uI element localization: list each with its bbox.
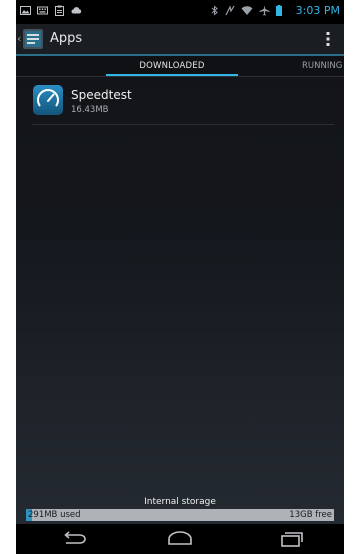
app-size: 16.43MB — [71, 105, 109, 115]
speedometer-icon — [33, 85, 63, 115]
back-icon[interactable] — [56, 529, 90, 549]
notification-icons — [20, 5, 82, 16]
app-list: Speedtest 16.43MB — [16, 78, 344, 125]
up-caret-icon[interactable]: ‹ — [17, 32, 21, 45]
bluetooth-icon — [211, 5, 218, 16]
storage-label: Internal storage — [144, 497, 216, 507]
list-item-speedtest[interactable]: Speedtest 16.43MB — [16, 78, 344, 125]
cloud-sync-icon — [71, 7, 82, 14]
recents-icon[interactable] — [274, 529, 308, 549]
storage-bar: 291MB used 13GB free — [26, 509, 334, 521]
home-icon[interactable] — [163, 529, 197, 549]
overflow-menu-icon[interactable] — [326, 31, 330, 47]
tab-running[interactable]: RUNNING — [302, 56, 342, 76]
clipboard-icon — [55, 5, 64, 16]
battery-icon — [276, 5, 282, 16]
storage-free-text: 13GB free — [289, 510, 332, 520]
storage-used-text: 291MB used — [28, 510, 81, 520]
clock: 3:03 PM — [295, 4, 340, 17]
app-name: Speedtest — [71, 88, 132, 102]
status-bar: 3:03 PM — [16, 0, 344, 24]
list-divider — [32, 124, 334, 125]
navigation-bar — [16, 524, 344, 554]
page-title: Apps — [50, 31, 83, 46]
image-icon — [20, 6, 31, 15]
nfc-icon — [225, 5, 235, 16]
settings-app-icon[interactable] — [22, 28, 44, 50]
tab-downloaded[interactable]: DOWNLOADED — [106, 56, 238, 76]
system-icons — [211, 5, 282, 16]
tab-strip: DOWNLOADED RUNNING — [16, 56, 344, 77]
action-bar: ‹ Apps — [16, 24, 344, 56]
airplane-icon — [259, 5, 270, 16]
wifi-icon — [241, 6, 253, 15]
keyboard-icon — [37, 6, 48, 15]
screen: 3:03 PM ‹ Apps DOWNLOADED RUNNING Speedt… — [16, 0, 344, 554]
